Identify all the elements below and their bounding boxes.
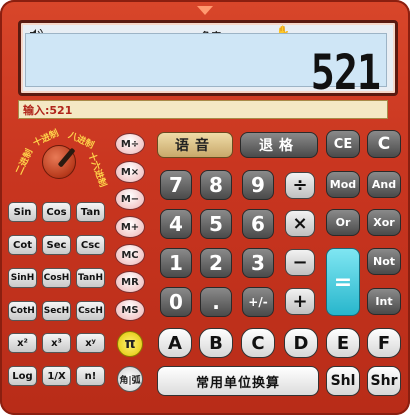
sinh-button[interactable]: SinH: [8, 268, 37, 288]
digit-5-button[interactable]: 5: [200, 209, 232, 239]
cube-button[interactable]: x³: [42, 333, 71, 353]
display-value: 521: [310, 46, 381, 102]
digit-2-button[interactable]: 2: [200, 248, 232, 278]
decimal-point-button[interactable]: .: [200, 287, 232, 317]
lcd: 521: [25, 33, 387, 101]
xor-button[interactable]: Xor: [367, 209, 401, 236]
dial-label-hex[interactable]: 十六进制: [86, 150, 111, 188]
sech-button[interactable]: SecH: [42, 301, 71, 321]
dial-label-bin[interactable]: 二进制: [12, 147, 35, 177]
digit-1-button[interactable]: 1: [160, 248, 192, 278]
coth-button[interactable]: CotH: [8, 301, 37, 321]
mem-mul-button[interactable]: M×: [115, 161, 145, 183]
base-dial[interactable]: 二进制 十进制 八进制 十六进制: [8, 125, 108, 193]
mem-sub-button[interactable]: M−: [115, 188, 145, 210]
calculator-body: 角度 ✋ 521 输入:521 二进制 十进制 八进制 十六进制 语音 退格 C…: [0, 0, 410, 415]
cos-button[interactable]: Cos: [42, 202, 71, 222]
knob-pointer: [57, 147, 76, 168]
csch-button[interactable]: CscH: [76, 301, 105, 321]
mr-button[interactable]: MR: [115, 271, 145, 293]
hex-c-button[interactable]: C: [241, 328, 275, 358]
clear-button[interactable]: C: [367, 130, 401, 158]
subtract-button[interactable]: −: [285, 249, 315, 276]
or-button[interactable]: Or: [326, 209, 360, 236]
ms-button[interactable]: MS: [115, 299, 145, 321]
digit-4-button[interactable]: 4: [160, 209, 192, 239]
unit-conversion-button[interactable]: 常用单位换算: [157, 366, 319, 396]
hex-d-button[interactable]: D: [284, 328, 318, 358]
int-button[interactable]: Int: [367, 288, 401, 315]
csc-button[interactable]: Csc: [76, 235, 105, 255]
mod-button[interactable]: Mod: [326, 171, 360, 198]
triangle-down-icon: [197, 6, 213, 15]
add-button[interactable]: +: [285, 288, 315, 315]
ce-button[interactable]: CE: [326, 130, 360, 158]
hex-f-button[interactable]: F: [367, 328, 401, 358]
mc-button[interactable]: MC: [115, 244, 145, 266]
cot-button[interactable]: Cot: [8, 235, 37, 255]
and-button[interactable]: And: [367, 171, 401, 198]
reciprocal-button[interactable]: 1/X: [42, 366, 71, 386]
mem-add-button[interactable]: M+: [115, 216, 145, 238]
shl-button[interactable]: Shl: [326, 366, 360, 396]
not-button[interactable]: Not: [367, 248, 401, 275]
digit-8-button[interactable]: 8: [200, 170, 232, 200]
power-button[interactable]: xʸ: [76, 333, 105, 353]
hex-e-button[interactable]: E: [326, 328, 360, 358]
equals-button[interactable]: =: [326, 248, 360, 316]
digit-3-button[interactable]: 3: [242, 248, 274, 278]
hex-a-button[interactable]: A: [158, 328, 192, 358]
digit-0-button[interactable]: 0: [160, 287, 192, 317]
sin-button[interactable]: Sin: [8, 202, 37, 222]
tanh-button[interactable]: TanH: [76, 268, 105, 288]
multiply-button[interactable]: ×: [285, 210, 315, 237]
factorial-button[interactable]: n!: [76, 366, 105, 386]
tan-button[interactable]: Tan: [76, 202, 105, 222]
sec-button[interactable]: Sec: [42, 235, 71, 255]
angle-unit-button[interactable]: 角|弧: [117, 366, 143, 392]
backspace-button[interactable]: 退格: [240, 132, 318, 158]
pi-button[interactable]: π: [117, 331, 143, 357]
display-panel: 角度 ✋ 521: [18, 20, 398, 101]
collapse-handle[interactable]: [190, 0, 220, 18]
shr-button[interactable]: Shr: [367, 366, 401, 396]
cosh-button[interactable]: CosH: [42, 268, 71, 288]
sign-toggle-button[interactable]: +/-: [242, 287, 274, 317]
input-bar: 输入:521: [18, 100, 388, 119]
base-knob[interactable]: [42, 145, 76, 179]
digit-7-button[interactable]: 7: [160, 170, 192, 200]
log-button[interactable]: Log: [8, 366, 37, 386]
square-button[interactable]: x²: [8, 333, 37, 353]
mem-div-button[interactable]: M÷: [115, 133, 145, 155]
digit-9-button[interactable]: 9: [242, 170, 274, 200]
hex-b-button[interactable]: B: [199, 328, 233, 358]
divide-button[interactable]: ÷: [285, 172, 315, 199]
voice-button[interactable]: 语音: [157, 132, 233, 158]
digit-6-button[interactable]: 6: [242, 209, 274, 239]
input-text: 输入:521: [23, 104, 73, 117]
